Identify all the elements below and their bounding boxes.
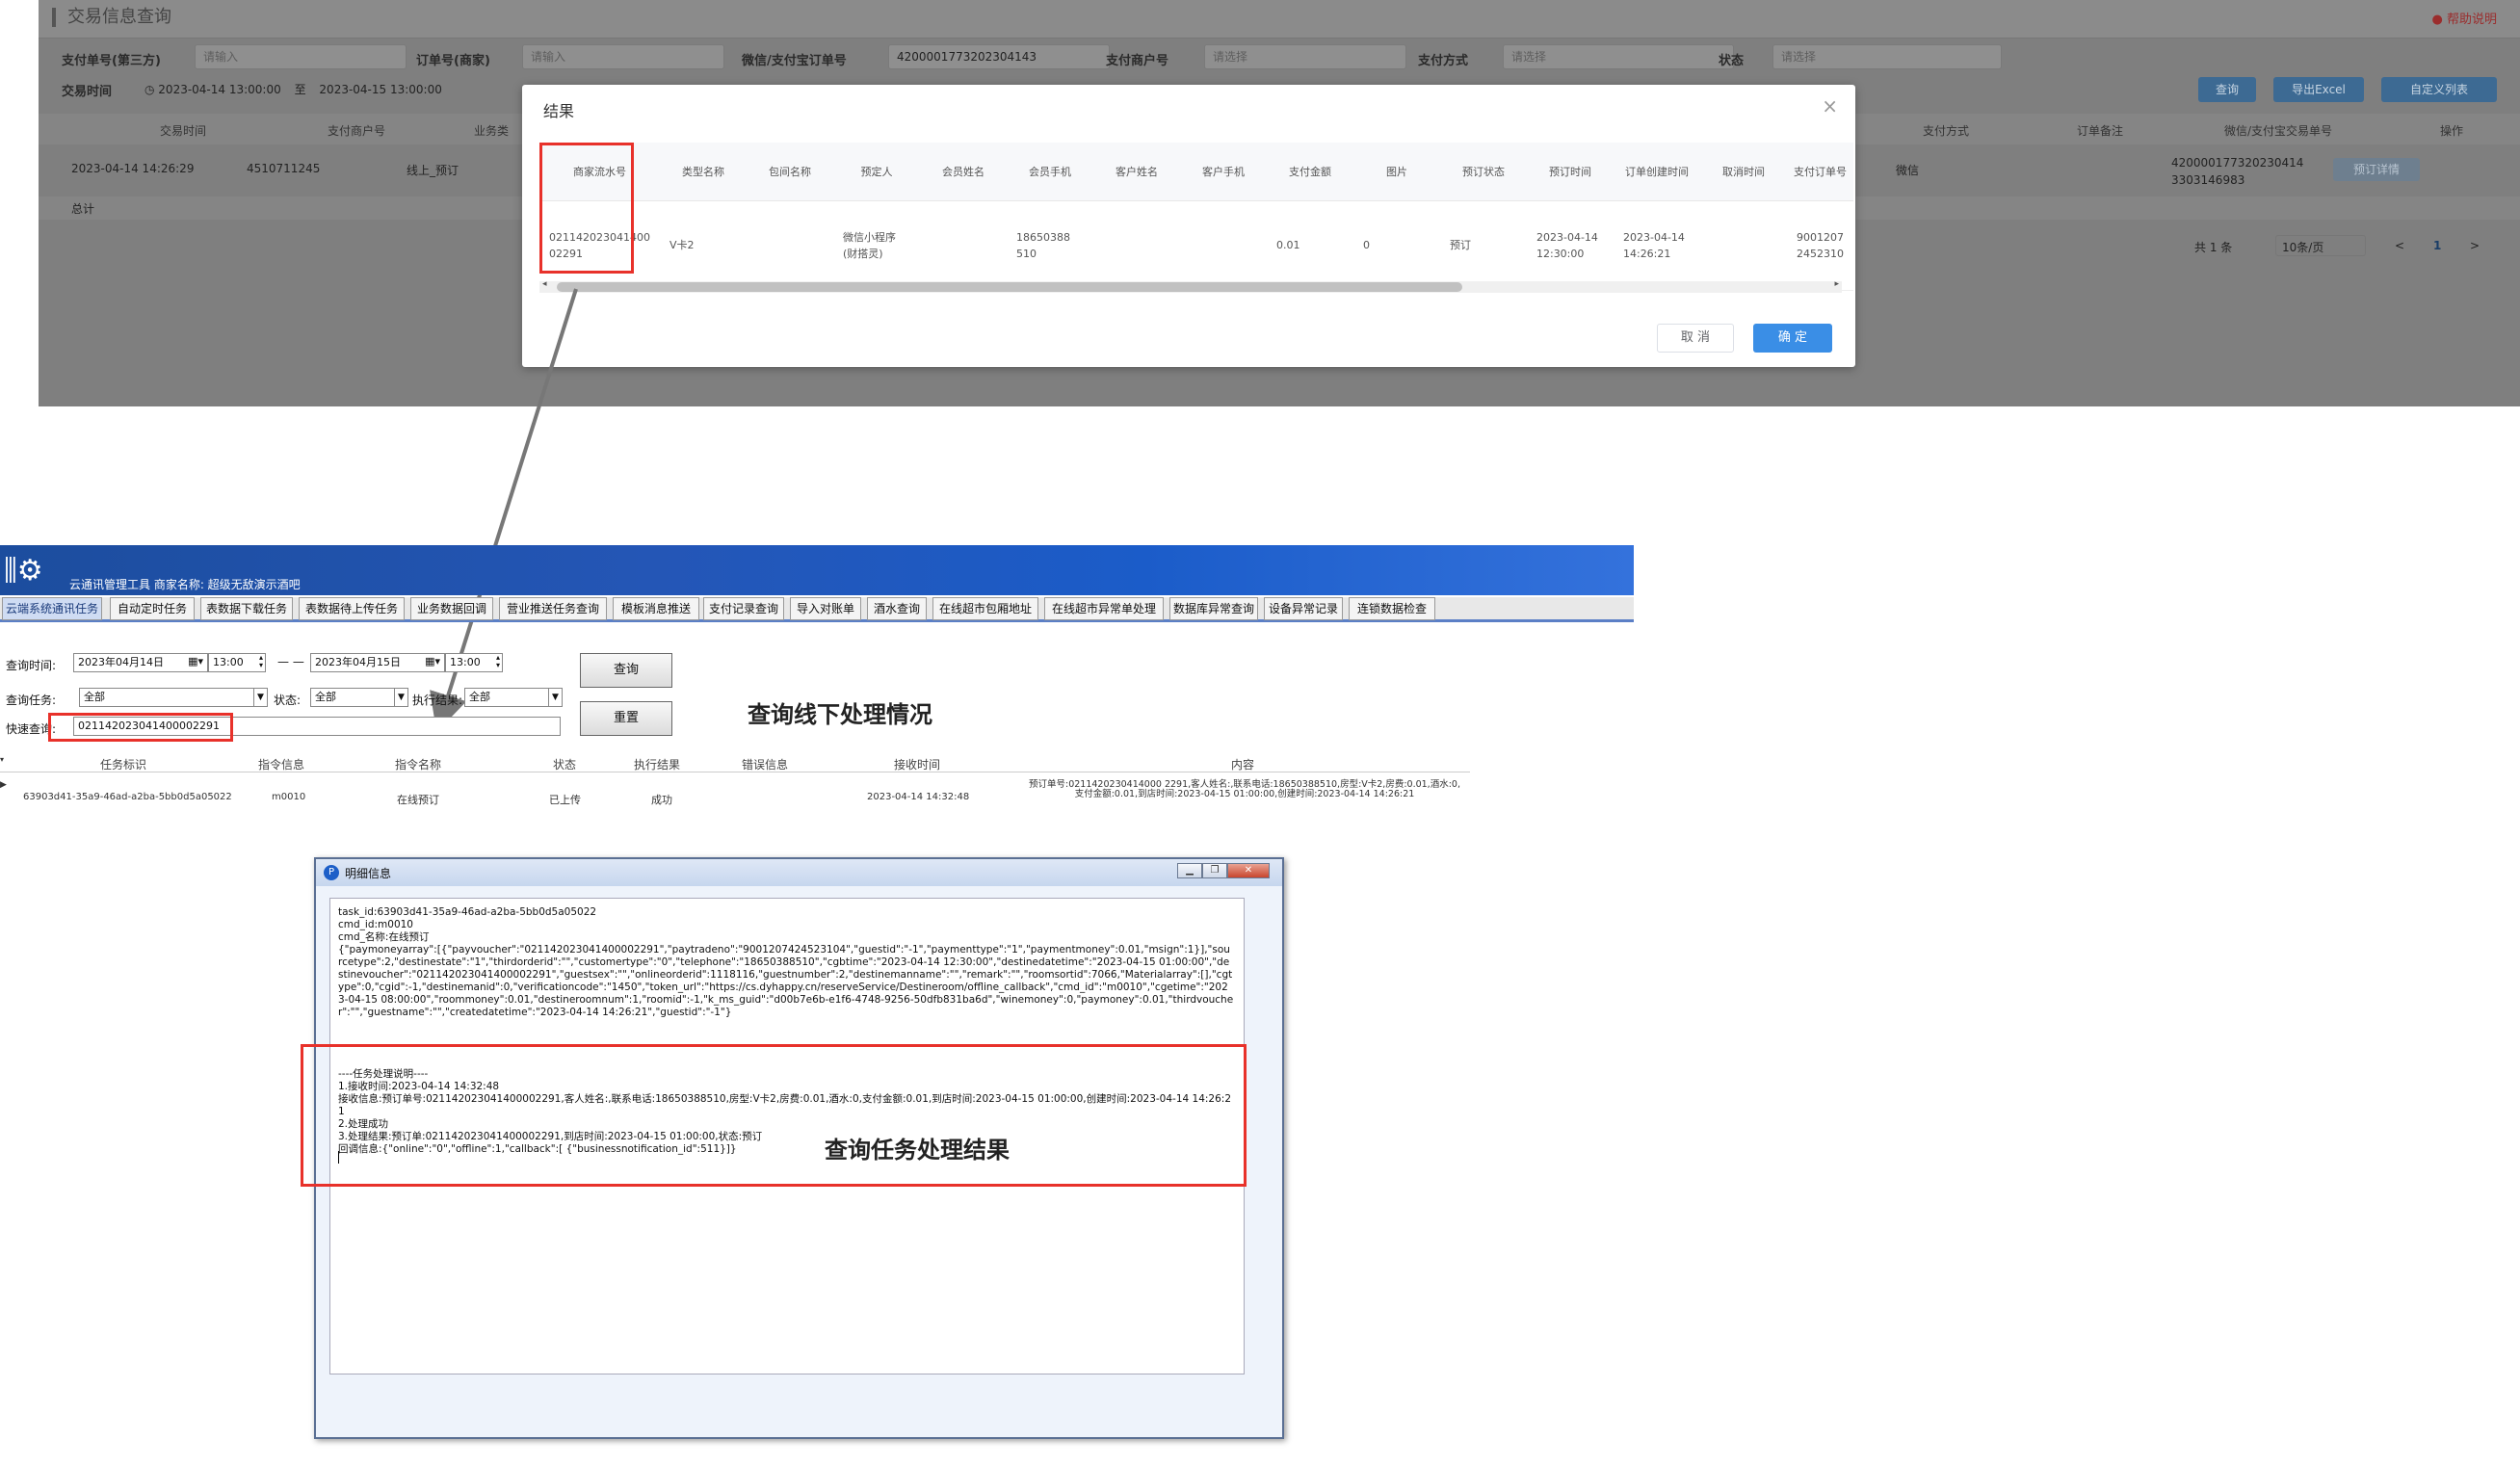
grid-cell-status[interactable]: 已上传 [549,792,581,807]
gear-logo-icon: ⫼⚙ [4,554,43,588]
desktop-app: ⫼⚙ 云通讯管理工具 商家名称: 超级无敌演示酒吧 云端系统通讯任务 自动定时任… [0,545,1634,825]
time-to: 13:00 [450,656,481,668]
tab-cloud-task[interactable]: 云端系统通讯任务 [2,597,102,620]
highlight-quick-query-box [48,713,233,742]
row-pointer-icon: ▶ [0,780,7,790]
tab-pay-record[interactable]: 支付记录查询 [703,597,784,620]
query-time-label: 查询时间: [6,659,57,672]
gh-time: 接收时间 [894,758,941,772]
spinner-icon: ▴ ▾ [258,653,263,669]
date-sep: — — [277,655,304,668]
gh-content: 内容 [1231,758,1255,772]
restore-icon[interactable]: ❐ [1202,863,1227,878]
gh-result: 执行结果 [634,758,681,772]
time-from-spinner[interactable]: 13:00 ▴ ▾ [208,653,266,672]
tab-template-msg[interactable]: 模板消息推送 [613,597,699,620]
query-task-label: 查询任务: [6,694,57,707]
date-from: 2023年04月14日 [78,656,164,668]
window-title: 明细信息 [345,867,392,880]
tab-room-address[interactable]: 在线超市包厢地址 [932,597,1038,620]
sort-icon: ▾ [0,755,5,764]
annotation-offline: 查询线下处理情况 [748,701,932,728]
tab-db-exception[interactable]: 数据库异常查询 [1169,597,1258,620]
grid-cell-content[interactable]: 预订单号:0211420230414000 2291,客人姓名:,联系电话:18… [1025,780,1464,799]
app-icon: P [324,865,339,880]
tab-exception-order[interactable]: 在线超市异常单处理 [1044,597,1164,620]
tab-device-exception[interactable]: 设备异常记录 [1264,597,1343,620]
tab-chain-check[interactable]: 连锁数据检查 [1349,597,1435,620]
grid-cell-cmd[interactable]: m0010 [272,792,305,802]
spinner-icon: ▴ ▾ [495,653,500,669]
calendar-icon: ▦▾ [425,655,440,668]
dropdown-icon: ▼ [394,689,407,706]
time-to-spinner[interactable]: 13:00 ▴ ▾ [445,653,503,672]
task-select[interactable]: 全部 ▼ [79,688,268,707]
gh-id: 任务标识 [100,758,147,772]
minimize-icon[interactable]: ▁ [1177,863,1202,878]
grid-cell-name[interactable]: 在线预订 [397,792,439,807]
gh-cmd: 指令信息 [258,758,305,772]
close-icon[interactable]: ✕ [1227,863,1270,878]
status-label: 状态: [274,694,302,707]
tab-wine-query[interactable]: 酒水查询 [867,597,927,620]
calendar-icon: ▦▾ [188,655,203,668]
grid-cell-time[interactable]: 2023-04-14 14:32:48 [867,792,969,802]
window-title-bar: P 明细信息 ▁ ❐ ✕ [316,859,1282,886]
query-button[interactable]: 查询 [580,653,672,688]
gh-error: 错误信息 [742,758,789,772]
tab-import-statement[interactable]: 导入对账单 [790,597,861,620]
dropdown-icon: ▼ [548,689,562,706]
result-value: 全部 [469,691,490,703]
app-title-bar: ⫼⚙ 云通讯管理工具 商家名称: 超级无敌演示酒吧 [0,545,1634,595]
tab-bar: 云端系统通讯任务 自动定时任务 表数据下载任务 表数据待上传任务 业务数据回调 … [0,597,1634,622]
status-value: 全部 [315,691,336,703]
date-to-picker[interactable]: 2023年04月15日 ▦▾ [310,653,445,672]
app-title: 云通讯管理工具 商家名称: 超级无敌演示酒吧 [69,578,301,591]
tab-callback[interactable]: 业务数据回调 [410,597,493,620]
gh-name: 指令名称 [395,758,442,772]
time-from: 13:00 [213,656,244,668]
dropdown-icon: ▼ [253,689,267,706]
reset-button[interactable]: 重置 [580,701,672,736]
gh-status: 状态 [553,758,577,772]
result-label: 执行结果: [412,694,463,707]
date-from-picker[interactable]: 2023年04月14日 ▦▾ [73,653,208,672]
date-to: 2023年04月15日 [315,656,401,668]
tab-push-query[interactable]: 营业推送任务查询 [499,597,607,620]
tab-auto-task[interactable]: 自动定时任务 [110,597,195,620]
highlight-process-box [301,1044,1247,1187]
tab-download-task[interactable]: 表数据下载任务 [200,597,293,620]
status-select[interactable]: 全部 ▼ [310,688,408,707]
result-select[interactable]: 全部 ▼ [464,688,563,707]
tab-upload-task[interactable]: 表数据待上传任务 [299,597,405,620]
grid-cell-result[interactable]: 成功 [651,792,672,807]
grid-cell-id[interactable]: 63903d41-35a9-46ad-a2ba-5bb0d5a05022 [23,792,232,802]
task-value: 全部 [84,691,105,703]
detail-raw-text: task_id:63903d41-35a9-46ad-a2ba-5bb0d5a0… [338,906,1234,1018]
